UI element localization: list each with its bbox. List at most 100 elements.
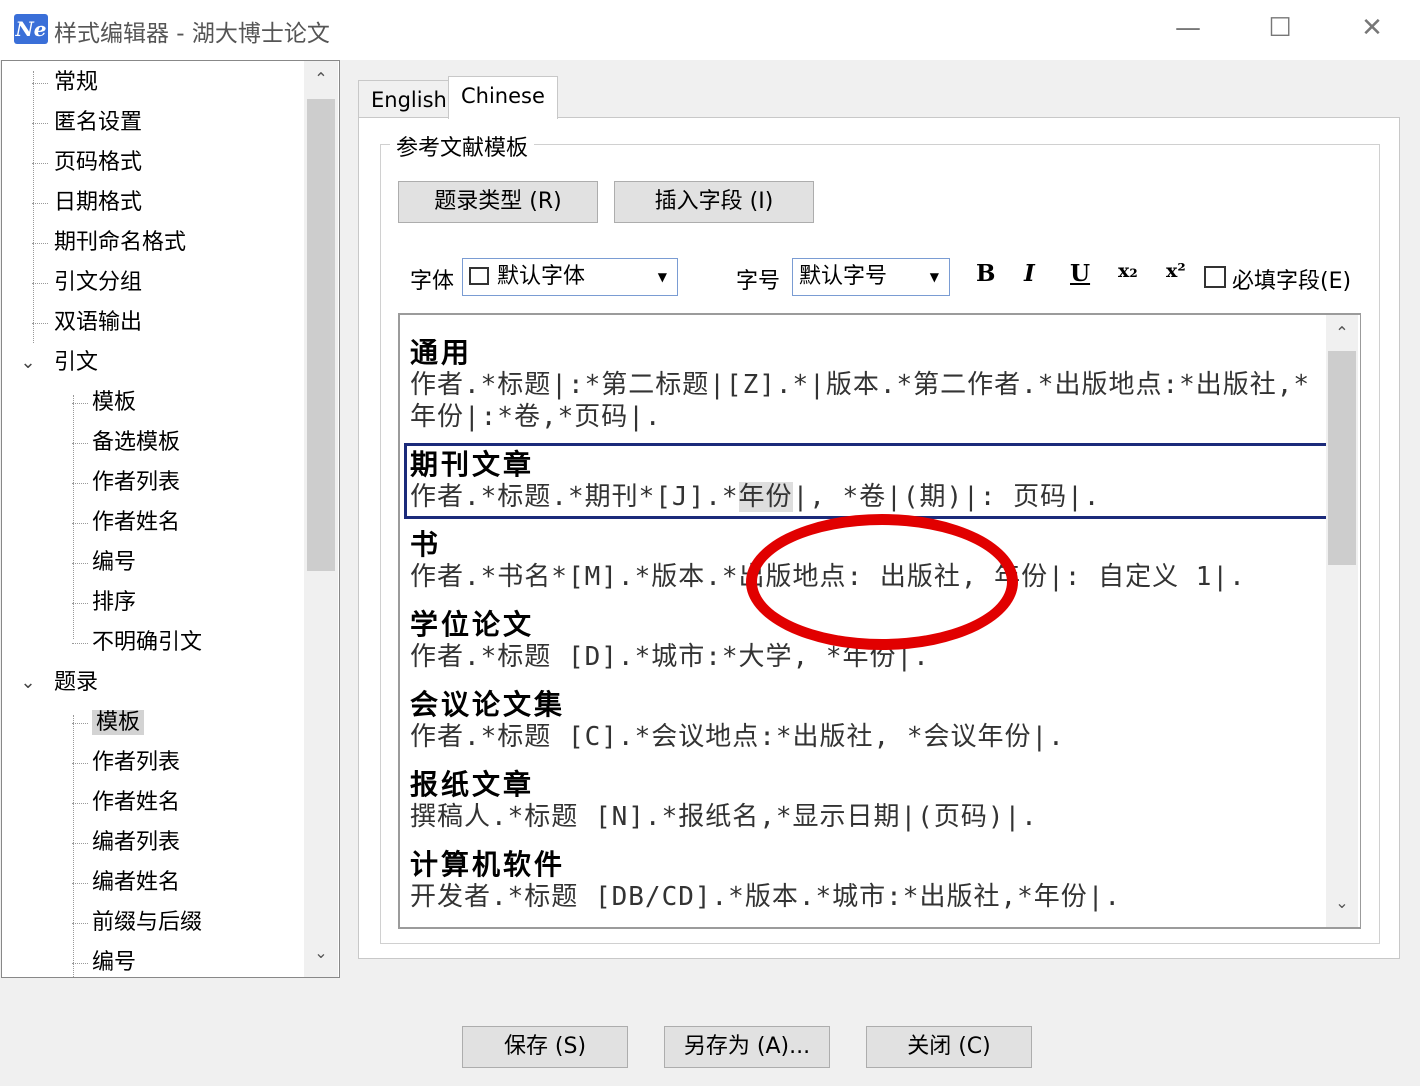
close-button[interactable]: 关闭 (C) <box>866 1026 1032 1068</box>
tree-item-label: 编者姓名 <box>92 870 181 895</box>
scroll-up-icon[interactable]: ⌃ <box>1326 323 1358 342</box>
italic-button[interactable]: I <box>1024 260 1035 287</box>
chevron-down-icon[interactable]: ⌄ <box>18 665 38 701</box>
tree-item-label: 作者姓名 <box>92 790 181 815</box>
title-bar: Ne 样式编辑器 - 湖大博士论文 — ☐ ✕ <box>0 0 1420 60</box>
tab-chinese[interactable]: Chinese <box>448 76 558 119</box>
tab-english[interactable]: English <box>358 80 460 120</box>
bold-button[interactable]: B <box>976 260 995 287</box>
template-scroll-thumb[interactable] <box>1328 351 1356 565</box>
close-window-button[interactable]: ✕ <box>1342 10 1402 46</box>
tree-item[interactable]: 双语输出 <box>26 305 142 341</box>
chevron-down-icon[interactable]: ⌄ <box>18 345 38 381</box>
template-text: 作者.*标题|:*第二标题|[Z].*|版本.*第二作者.*出版地点:*出版社,… <box>410 370 1311 432</box>
tree-item-label: 页码格式 <box>54 150 143 175</box>
tree-connector <box>72 763 88 764</box>
tree-item[interactable]: 作者姓名 <box>66 505 180 541</box>
list-item[interactable]: 会议论文集 作者.*标题 [C].*会议地点:*出版社, *会议年份|. <box>410 689 1330 753</box>
font-select[interactable]: 默认字体 ▼ <box>462 258 678 296</box>
scroll-down-icon[interactable]: ⌄ <box>1326 893 1358 912</box>
tree-item[interactable]: 编号 <box>66 945 136 977</box>
tree-item[interactable]: 排序 <box>66 585 136 621</box>
tree-connector <box>72 843 88 844</box>
tree-item-label: 期刊命名格式 <box>54 230 187 255</box>
list-item-selected[interactable]: 期刊文章 作者.*标题.*期刊*[J].*年份|, *卷|(期)|: 页码|. <box>404 443 1336 519</box>
tree-connector <box>72 443 88 444</box>
font-select-value: 默认字体 <box>497 264 586 289</box>
superscript-button[interactable]: x² <box>1166 260 1186 282</box>
tree-item[interactable]: 编者列表 <box>66 825 180 861</box>
tree-connector <box>72 403 88 404</box>
tree-connector <box>32 283 48 284</box>
subscript-button[interactable]: x₂ <box>1118 260 1138 282</box>
insert-field-button[interactable]: 插入字段 (I) <box>614 181 814 223</box>
font-label: 字体 <box>410 269 455 294</box>
list-item[interactable]: 通用 作者.*标题|:*第二标题|[Z].*|版本.*第二作者.*出版地点:*出… <box>410 337 1330 433</box>
template-text: 撰稿人.*标题 [N].*报纸名,*显示日期|(页码)|. <box>410 802 1038 832</box>
save-button[interactable]: 保存 (S) <box>462 1026 628 1068</box>
tree-scrollbar[interactable]: ⌃ ⌄ <box>304 61 338 977</box>
maximize-button[interactable]: ☐ <box>1250 10 1310 46</box>
tree-item[interactable]: 作者列表 <box>66 745 180 781</box>
tree-item[interactable]: 引文分组 <box>26 265 142 301</box>
list-item[interactable]: 计算机软件 开发者.*标题 [DB/CD].*版本.*城市:*出版社,*年份|. <box>410 849 1330 913</box>
template-text: 作者.*标题 [C].*会议地点:*出版社, *会议年份|. <box>410 722 1065 752</box>
required-field-checkbox[interactable] <box>1204 266 1226 288</box>
tree-connector <box>72 963 88 964</box>
tree-item[interactable]: 日期格式 <box>26 185 142 221</box>
tree-item-label: 日期格式 <box>54 190 143 215</box>
tree-item-label: 不明确引文 <box>92 630 203 655</box>
underline-button[interactable]: U <box>1070 260 1090 287</box>
tree-item[interactable]: 编者姓名 <box>66 865 180 901</box>
chevron-down-icon: ▼ <box>929 270 939 284</box>
tree-item[interactable]: 期刊命名格式 <box>26 225 186 261</box>
tree-item-label: 作者列表 <box>92 750 181 775</box>
tree-connector <box>72 523 88 524</box>
chevron-down-icon: ▼ <box>657 270 667 284</box>
tree-item[interactable]: 模板 <box>66 385 136 421</box>
tree-item-label: 作者姓名 <box>92 510 181 535</box>
tree-item[interactable]: 常规 <box>26 65 98 101</box>
save-as-button[interactable]: 另存为 (A)... <box>664 1026 830 1068</box>
tree-item[interactable]: 不明确引文 <box>66 625 202 661</box>
tree-item[interactable]: 作者列表 <box>66 465 180 501</box>
tree-connector <box>32 243 48 244</box>
minimize-button[interactable]: — <box>1158 10 1218 46</box>
tree-item[interactable]: 作者姓名 <box>66 785 180 821</box>
tree-item-label: 题录 <box>54 670 99 695</box>
reference-type-button[interactable]: 题录类型 (R) <box>398 181 598 223</box>
scroll-down-icon[interactable]: ⌄ <box>304 943 338 962</box>
template-text: 开发者.*标题 [DB/CD].*版本.*城市:*出版社,*年份|. <box>410 882 1122 912</box>
tree-connector <box>72 603 88 604</box>
tree-item[interactable]: 页码格式 <box>26 145 142 181</box>
list-item[interactable]: 报纸文章 撰稿人.*标题 [N].*报纸名,*显示日期|(页码)|. <box>410 769 1330 833</box>
template-name: 计算机软件 <box>410 848 566 881</box>
tree-connector <box>32 163 48 164</box>
tree-item[interactable]: 模板 <box>66 705 145 741</box>
scroll-up-icon[interactable]: ⌃ <box>304 69 338 88</box>
template-text: 作者.*标题.*期刊*[J].*年份|, *卷|(期)|: 页码|. <box>410 481 1330 513</box>
tree-connector <box>72 883 88 884</box>
tree-item[interactable]: 备选模板 <box>66 425 180 461</box>
tree-connector <box>32 123 48 124</box>
tree-item-label: 引文 <box>54 350 99 375</box>
tree-connector <box>72 483 88 484</box>
template-scrollbar[interactable]: ⌃ ⌄ <box>1326 315 1358 927</box>
tree-item[interactable]: 编号 <box>66 545 136 581</box>
settings-tree: 常规 匿名设置 页码格式 日期格式 期刊命名格式 引文分组 双语输出 ⌄ 引文 模板 备选模板 作者列… <box>1 60 340 978</box>
tree-item-label: 常规 <box>54 70 99 95</box>
tree-item[interactable]: ⌄ 引文 <box>20 345 98 381</box>
tree-item-label: 双语输出 <box>54 310 143 335</box>
tree-connector <box>32 83 48 84</box>
tree-item[interactable]: ⌄ 题录 <box>20 665 98 701</box>
required-field-label: 必填字段(E) <box>1232 269 1352 294</box>
highlighted-field[interactable]: 年份 <box>738 482 793 512</box>
tree-scroll-thumb[interactable] <box>307 99 335 571</box>
tree-item-label: 备选模板 <box>92 430 181 455</box>
tree-connector <box>72 923 88 924</box>
font-icon <box>469 267 489 285</box>
tree-connector <box>72 643 88 644</box>
size-select[interactable]: 默认字号 ▼ <box>792 258 950 296</box>
tree-item[interactable]: 匿名设置 <box>26 105 142 141</box>
tree-item[interactable]: 前缀与后缀 <box>66 905 202 941</box>
